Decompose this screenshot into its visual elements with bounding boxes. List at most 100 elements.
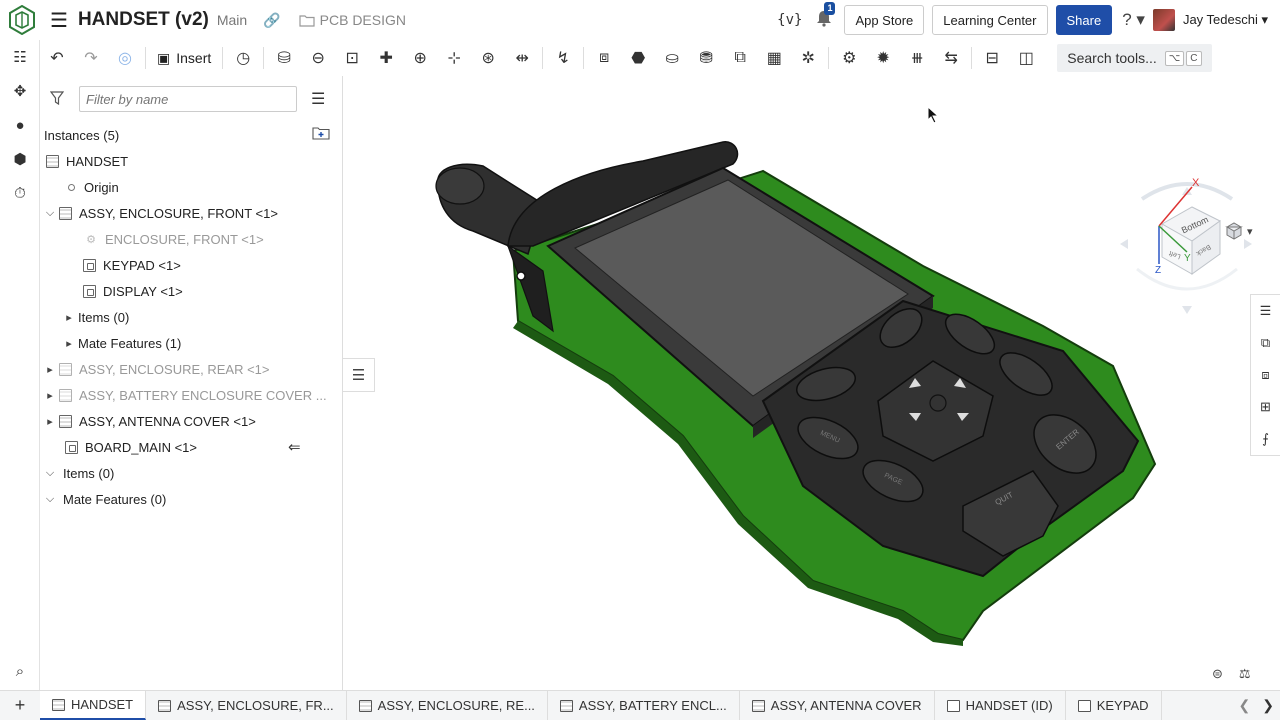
tab-handset[interactable]: HANDSET [40,691,147,720]
panel-toggle-icon[interactable]: ☰ [343,358,375,392]
tree-item-assy-antenna-cover[interactable]: ▸ ASSY, ANTENNA COVER <1> [40,408,342,434]
slider-mate-icon[interactable]: ⊡ [335,43,369,73]
help-icon[interactable]: ? ▾ [1122,10,1145,30]
width-mate-icon[interactable]: ⇆ [934,43,968,73]
branch-label[interactable]: Main [217,12,247,28]
configuration-icon[interactable]: ⨍ [1251,423,1280,455]
tree-item-board-main[interactable]: BOARD_MAIN <1> ⇐ [40,434,342,460]
history-icon[interactable]: ◷ [226,43,260,73]
gear-relation-icon[interactable]: ✲ [791,43,825,73]
chevron-right-icon[interactable]: ▸ [41,415,59,428]
linear-relation-icon[interactable]: ⧻ [900,43,934,73]
mirror-icon[interactable]: ⧉ [723,43,757,73]
fastened-mate-icon[interactable]: ⛁ [267,43,301,73]
ball-mate-icon[interactable]: ⊛ [471,43,505,73]
view-options-dropdown[interactable]: ▾ [1225,222,1253,240]
tab-assy-battery-enclosure[interactable]: ASSY, BATTERY ENCL... [548,691,740,720]
filter-input[interactable] [79,86,297,112]
pattern-icon[interactable]: ⛃ [689,43,723,73]
animation-timer-icon[interactable]: ⏱ [0,176,40,210]
tab-assy-enclosure-front[interactable]: ASSY, ENCLOSURE, FR... [146,691,347,720]
tangent-mate-icon[interactable]: ↯ [546,43,580,73]
chevron-left-icon[interactable]: ❮ [1239,697,1251,714]
tab-handset-id[interactable]: HANDSET (ID) [935,691,1066,720]
link-icon[interactable]: 🔗 [263,12,280,29]
variable-studio-icon[interactable]: {v} [777,12,802,28]
tree-item-enclosure-front[interactable]: ⚙ ENCLOSURE, FRONT <1> [40,226,342,252]
tree-item-items[interactable]: ▸ Items (0) [40,304,342,330]
folder-link[interactable]: PCB DESIGN [299,12,406,28]
search-icon[interactable]: ⌕ [0,654,40,688]
menu-icon[interactable]: ☰ [50,8,68,33]
tab-keypad[interactable]: KEYPAD [1066,691,1162,720]
cylindrical-mate-icon[interactable]: ⊕ [403,43,437,73]
view-cube[interactable]: X Y Z Bottom Left Back [1112,169,1262,319]
tree-item-handset[interactable]: HANDSET [40,148,342,174]
tree-item-assy-enclosure-front[interactable]: ⌵ ASSY, ENCLOSURE, FRONT <1> [40,200,342,226]
chevron-down-icon[interactable]: ⌵ [41,493,59,506]
notifications-bell-icon[interactable]: 1 [816,1,836,31]
pin-slot-mate-icon[interactable]: ⊹ [437,43,471,73]
undo-icon[interactable]: ↶ [40,43,74,73]
chevron-down-icon[interactable]: ⌵ [41,207,59,220]
bom-icon[interactable]: ☰ [1251,295,1280,327]
appearance-icon[interactable]: ⧉ [1251,327,1280,359]
z-axis-label: Z [1155,265,1161,276]
tree-item-mate-features[interactable]: ▸ Mate Features (1) [40,330,342,356]
mate-values-icon[interactable]: ⧈ [1251,359,1280,391]
tab-assy-enclosure-rear[interactable]: ASSY, ENCLOSURE, RE... [347,691,548,720]
planar-mate-icon[interactable]: ✚ [369,43,403,73]
measure-tool-icon[interactable]: ⊜ [1212,666,1223,682]
document-title[interactable]: HANDSET (v2) [78,9,209,31]
measure-icon[interactable]: ⊟ [975,43,1009,73]
list-options-icon[interactable]: ☰ [311,89,325,109]
filter-icon[interactable] [49,90,68,108]
screw-relation-icon[interactable]: ✹ [866,43,900,73]
chevron-right-icon[interactable]: ▸ [60,311,78,324]
share-button[interactable]: Share [1055,5,1113,35]
tree-item-items-root[interactable]: ⌵ Items (0) [40,460,342,486]
search-tools-button[interactable]: Search tools... ⌥ C [1057,44,1212,72]
toolbar-divider [145,47,146,69]
learning-center-button[interactable]: Learning Center [932,5,1048,35]
tree-item-origin[interactable]: Origin [40,174,342,200]
regenerate-icon[interactable]: ◎ [108,43,142,73]
folder-label: PCB DESIGN [319,12,406,28]
mass-properties-icon[interactable]: ⚖ [1239,666,1251,682]
parts-icon[interactable]: ⬢ [0,142,40,176]
filter-row: ☰ [40,76,342,122]
chevron-right-icon[interactable]: ▸ [60,337,78,350]
tree-item-assy-battery-enclosure-cover[interactable]: ▸ ASSY, BATTERY ENCLOSURE COVER ... [40,382,342,408]
redo-icon[interactable]: ↷ [74,43,108,73]
feature-list-icon[interactable]: ☷ [0,40,40,74]
tree-item-mate-features-root[interactable]: ⌵ Mate Features (0) [40,486,342,512]
graphics-viewport[interactable]: QUIT ENTER PAGE MENU X Y Z Bottom Left B… [343,76,1280,690]
assembly-icon [358,699,372,712]
tree-item-display[interactable]: DISPLAY <1> [40,278,342,304]
username[interactable]: Jay Tedeschi ▾ [1183,12,1268,28]
add-tab-button[interactable]: + [0,691,40,720]
rack-pinion-icon[interactable]: ⚙ [832,43,866,73]
tree-item-keypad[interactable]: KEYPAD <1> [40,252,342,278]
avatar[interactable] [1152,9,1175,31]
named-positions-icon[interactable]: ⊞ [1251,391,1280,423]
replicate-icon[interactable]: ⛀ [655,43,689,73]
comments-icon[interactable]: ● [0,108,40,142]
add-folder-icon[interactable] [312,126,330,143]
mate-connector-tool-icon[interactable]: ⬣ [621,43,655,73]
tree-item-assy-enclosure-rear[interactable]: ▸ ASSY, ENCLOSURE, REAR <1> [40,356,342,382]
tab-assy-antenna-cover[interactable]: ASSY, ANTENNA COVER [740,691,935,720]
group-icon[interactable]: ⧈ [587,43,621,73]
revolute-mate-icon[interactable]: ⊖ [301,43,335,73]
onshape-logo-icon[interactable] [0,0,44,40]
chevron-right-icon[interactable]: ▸ [41,363,59,376]
chevron-right-icon[interactable]: ▸ [41,389,59,402]
explode-icon[interactable]: ▦ [757,43,791,73]
insert-button[interactable]: ▣ Insert [149,43,219,73]
chevron-down-icon[interactable]: ⌵ [41,467,59,480]
mate-connector-icon[interactable]: ✥ [0,74,40,108]
parallel-mate-icon[interactable]: ⇹ [505,43,539,73]
chevron-right-icon[interactable]: ❯ [1262,697,1274,714]
section-view-icon[interactable]: ◫ [1009,43,1043,73]
app-store-button[interactable]: App Store [844,5,925,35]
